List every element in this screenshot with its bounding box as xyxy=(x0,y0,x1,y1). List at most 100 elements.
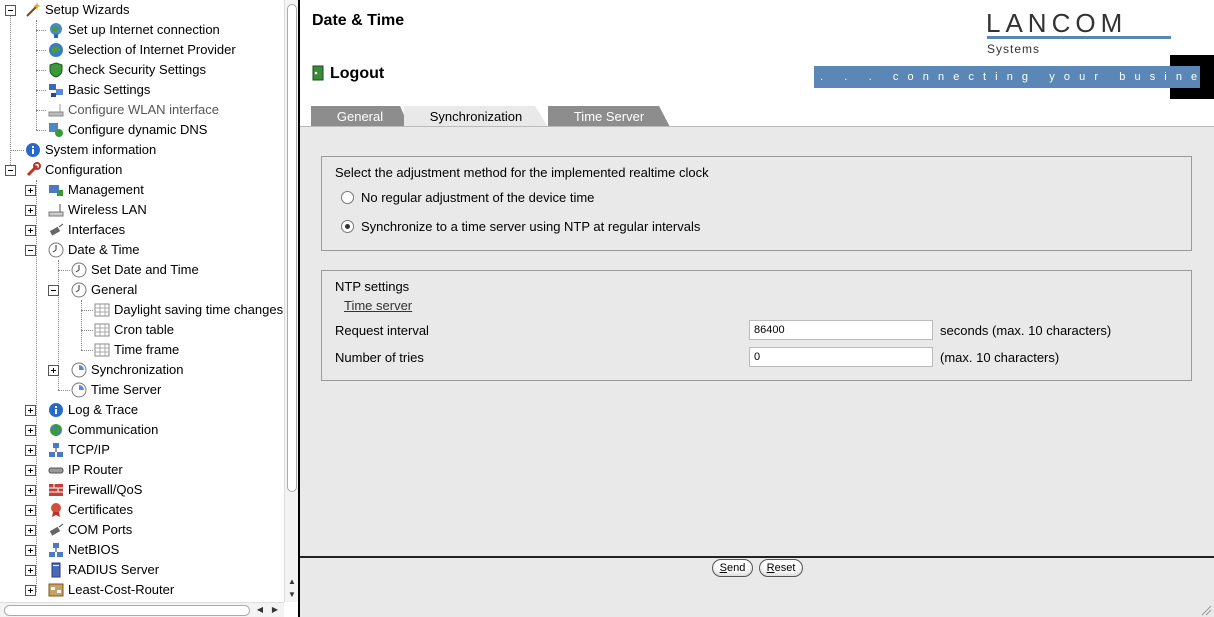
globe-icon xyxy=(49,43,63,57)
tree-item-netbios[interactable]: NetBIOS xyxy=(0,540,284,560)
reset-button[interactable]: Reset xyxy=(759,559,803,577)
tab-time-server-label: Time Server xyxy=(573,109,645,124)
radio-ntp-sync[interactable] xyxy=(341,220,354,233)
tab-general[interactable]: General xyxy=(311,106,409,127)
scroll-up-arrow-icon[interactable]: ▲ xyxy=(285,576,298,588)
radio-no-adjustment[interactable] xyxy=(341,191,354,204)
option-ntp-sync-label: Synchronize to a time server using NTP a… xyxy=(361,219,701,234)
access-point-icon xyxy=(48,104,64,117)
clock-icon xyxy=(71,262,87,278)
navigation-tree-frame: Setup Wizards Set up Internet connection… xyxy=(0,0,298,617)
tree-item-log-trace[interactable]: Log & Trace xyxy=(0,400,284,420)
logout-icon xyxy=(312,65,324,81)
tab-synchronization-label: Synchronization xyxy=(429,109,523,124)
adjustment-method-title: Select the adjustment method for the imp… xyxy=(335,165,709,180)
logout-link[interactable]: Logout xyxy=(312,65,384,83)
tree-item-set-date-and-time[interactable]: Set Date and Time xyxy=(0,260,284,280)
certificate-icon xyxy=(51,503,61,517)
communication-icon xyxy=(50,424,62,436)
tree-item-configure-wlan[interactable]: Configure WLAN interface xyxy=(0,100,284,120)
clock-icon xyxy=(48,242,64,258)
logout-label: Logout xyxy=(330,65,385,82)
tabs-baseline xyxy=(300,126,1214,127)
number-of-tries-input[interactable] xyxy=(749,347,933,367)
network-computers-icon xyxy=(49,84,63,97)
ntp-settings-group: NTP settings Time server Request interva… xyxy=(321,270,1192,381)
dns-icon xyxy=(49,123,63,137)
tree-item-set-up-internet-connection[interactable]: Set up Internet connection xyxy=(0,20,284,40)
request-interval-input[interactable] xyxy=(749,320,933,340)
content-frame: Date & Time Logout LANCOM Systems . . . … xyxy=(300,0,1214,617)
scroll-down-arrow-icon[interactable]: ▼ xyxy=(285,589,298,601)
tree-horizontal-scrollbar[interactable]: ◀ ▶ xyxy=(0,602,284,617)
request-interval-label: Request interval xyxy=(335,323,429,338)
lancom-logo-subtitle: Systems xyxy=(987,42,1041,56)
adjustment-method-group: Select the adjustment method for the imp… xyxy=(321,156,1192,251)
option-no-adjustment-label: No regular adjustment of the device time xyxy=(361,190,595,205)
tree-item-com-ports[interactable]: COM Ports xyxy=(0,520,284,540)
plug-icon xyxy=(49,523,64,536)
ntp-settings-title: NTP settings xyxy=(335,279,410,294)
scroll-right-arrow-icon[interactable]: ▶ xyxy=(268,604,282,616)
tree-item-system-information[interactable]: System information xyxy=(0,140,284,160)
network-icon xyxy=(49,443,63,457)
tree-item-synchronization[interactable]: Synchronization xyxy=(0,360,284,380)
shield-icon xyxy=(49,62,63,78)
brand-tagline: . . . connecting your business xyxy=(814,66,1200,88)
number-of-tries-hint: (max. 10 characters) xyxy=(940,350,1060,365)
table-icon xyxy=(94,343,110,357)
number-of-tries-label: Number of tries xyxy=(335,350,424,365)
tree-item-internet-provider[interactable]: Selection of Internet Provider xyxy=(0,40,284,60)
tree-item-communication[interactable]: Communication xyxy=(0,420,284,440)
clock-icon xyxy=(71,282,87,298)
tab-general-label: General xyxy=(336,109,384,124)
tree-item-cron-table[interactable]: Cron table xyxy=(0,320,284,340)
management-icon xyxy=(49,185,63,196)
tree-item-radius-server[interactable]: RADIUS Server xyxy=(0,560,284,580)
logo-underline xyxy=(987,36,1171,39)
wrench-icon xyxy=(26,162,41,177)
tree-item-date-time[interactable]: Date & Time xyxy=(0,240,284,260)
globe-person-icon xyxy=(50,23,62,38)
navigation-tree: Setup Wizards Set up Internet connection… xyxy=(0,0,284,602)
resize-grip-icon[interactable] xyxy=(1200,604,1212,616)
tree-item-wireless-lan[interactable]: Wireless LAN xyxy=(0,200,284,220)
server-icon xyxy=(51,562,61,578)
page-header: Date & Time Logout LANCOM Systems . . . … xyxy=(300,0,1214,127)
tab-synchronization[interactable]: Synchronization xyxy=(404,106,548,127)
tree-item-time-server[interactable]: Time Server xyxy=(0,380,284,400)
lancom-logo: LANCOM xyxy=(986,8,1128,38)
tree-item-check-security[interactable]: Check Security Settings xyxy=(0,60,284,80)
tree-item-ip-router[interactable]: IP Router xyxy=(0,460,284,480)
tree-vertical-scrollbar[interactable]: ▲ ▼ xyxy=(284,0,298,602)
tree-horizontal-scroll-thumb[interactable] xyxy=(4,605,250,616)
tree-item-configure-dns[interactable]: Configure dynamic DNS xyxy=(0,120,284,140)
tree-vertical-scroll-thumb[interactable] xyxy=(287,4,297,492)
page-title: Date & Time xyxy=(312,12,405,29)
tree-item-general[interactable]: General xyxy=(0,280,284,300)
send-button[interactable]: Send xyxy=(712,559,753,577)
tree-item-basic-settings[interactable]: Basic Settings xyxy=(0,80,284,100)
tree-item-configuration[interactable]: Configuration xyxy=(0,160,284,180)
firewall-icon xyxy=(49,484,63,496)
wireless-router-icon xyxy=(48,204,64,217)
scroll-left-arrow-icon[interactable]: ◀ xyxy=(253,604,267,616)
network-icon xyxy=(49,543,63,557)
footer-bar xyxy=(300,558,1214,617)
tree-item-certificates[interactable]: Certificates xyxy=(0,500,284,520)
info-icon xyxy=(26,143,40,157)
tree-item-interfaces[interactable]: Interfaces xyxy=(0,220,284,240)
tree-item-tcp-ip[interactable]: TCP/IP xyxy=(0,440,284,460)
time-server-link[interactable]: Time server xyxy=(344,298,412,313)
tree-item-daylight-saving[interactable]: Daylight saving time changes xyxy=(0,300,284,320)
info-icon xyxy=(49,403,63,417)
tree-item-setup-wizards[interactable]: Setup Wizards xyxy=(0,0,284,20)
tree-item-firewall-qos[interactable]: Firewall/QoS xyxy=(0,480,284,500)
router-icon xyxy=(48,467,64,474)
routing-table-icon xyxy=(48,583,64,597)
tree-item-least-cost-router[interactable]: Least-Cost-Router xyxy=(0,580,284,600)
tree-item-management[interactable]: Management xyxy=(0,180,284,200)
tree-item-time-frame[interactable]: Time frame xyxy=(0,340,284,360)
tab-time-server[interactable]: Time Server xyxy=(548,106,670,127)
request-interval-hint: seconds (max. 10 characters) xyxy=(940,323,1112,338)
